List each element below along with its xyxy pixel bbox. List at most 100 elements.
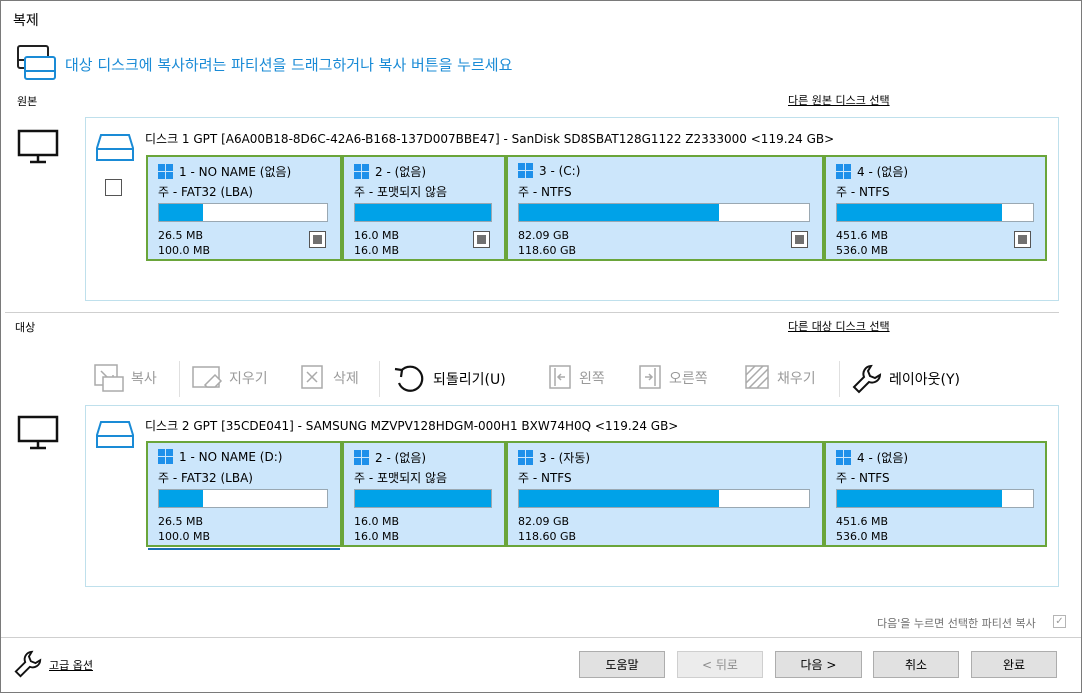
- footer-divider: [1, 637, 1081, 638]
- wrench-icon: [852, 364, 882, 394]
- copy-selected-option-checkbox[interactable]: ✓: [1053, 615, 1066, 628]
- move-left-icon: [549, 365, 571, 389]
- target-partition-1[interactable]: 1 - NO NAME (D:) 주 - FAT32 (LBA) 26.5 MB…: [146, 441, 342, 547]
- move-right-icon: [639, 365, 661, 389]
- windows-icon: [518, 163, 533, 178]
- select-target-disk-link[interactable]: 다른 대상 디스크 선택: [788, 318, 890, 334]
- fill-button[interactable]: 채우기: [743, 363, 816, 393]
- total-size: 100.0 MB: [158, 244, 211, 257]
- move-right-button[interactable]: 오른쪽: [637, 363, 708, 393]
- select-source-disk-link[interactable]: 다른 원본 디스크 선택: [788, 92, 890, 108]
- partition-name: 1 - NO NAME (D:): [179, 449, 283, 464]
- toolbar-label: 채우기: [777, 371, 816, 387]
- toolbar-label: 오른쪽: [669, 371, 708, 387]
- source-partition-3[interactable]: 3 - (C:) 주 - NTFS 82.09 GB 118.60 GB: [506, 155, 824, 261]
- usage-bar: [836, 203, 1034, 222]
- computer-icon: [17, 129, 59, 168]
- partition-checkbox[interactable]: [309, 231, 326, 248]
- used-size: 82.09 GB: [518, 229, 570, 242]
- usage-bar: [354, 203, 492, 222]
- total-size: 536.0 MB: [836, 530, 889, 543]
- target-label: 대상: [15, 321, 36, 334]
- toolbar-separator: [179, 361, 180, 397]
- partition-checkbox[interactable]: [791, 231, 808, 248]
- layout-button[interactable]: 레이아웃(Y): [851, 363, 960, 395]
- usage-bar-fill: [837, 204, 1002, 221]
- copy-selected-option-label: 다음'을 누르면 선택한 파티션 복사: [877, 617, 1036, 630]
- used-size: 451.6 MB: [836, 515, 889, 528]
- source-disk-info: 디스크 1 GPT [A6A00B18-8D6C-42A6-B168-137D0…: [145, 132, 835, 146]
- partition-type: 주 - NTFS: [518, 185, 572, 199]
- partition-checkbox[interactable]: [473, 231, 490, 248]
- usage-bar-fill: [519, 204, 720, 221]
- partition-type: 주 - NTFS: [836, 185, 890, 199]
- computer-icon: [17, 415, 59, 454]
- partition-type: 주 - NTFS: [518, 471, 572, 485]
- total-size: 118.60 GB: [518, 244, 577, 257]
- advanced-options-link[interactable]: 고급 옵션: [49, 657, 93, 673]
- disk-icon: [95, 419, 135, 454]
- partition-type: 주 - 포맷되지 않음: [354, 471, 448, 485]
- copy-button[interactable]: 복사: [93, 363, 157, 393]
- used-size: 82.09 GB: [518, 515, 570, 528]
- usage-bar: [158, 203, 328, 222]
- target-partition-4[interactable]: 4 - (없음) 주 - NTFS 451.6 MB 536.0 MB: [824, 441, 1047, 547]
- undo-button[interactable]: 되돌리기(U): [393, 363, 506, 395]
- window-title: 복제: [13, 13, 39, 29]
- windows-icon: [518, 450, 533, 465]
- windows-icon: [354, 164, 369, 179]
- windows-icon: [354, 450, 369, 465]
- partition-type: 주 - FAT32 (LBA): [158, 471, 253, 485]
- source-label: 원본: [17, 95, 38, 108]
- usage-bar-fill: [159, 490, 203, 507]
- usage-bar-fill: [355, 490, 491, 507]
- partition-name: 2 - (없음): [375, 165, 427, 179]
- windows-icon: [158, 164, 173, 179]
- used-size: 451.6 MB: [836, 229, 889, 242]
- instruction-headline: 대상 디스크에 복사하려는 파티션을 드래그하거나 복사 버튼을 누르세요: [65, 56, 513, 74]
- partition-name: 1 - NO NAME (없음): [179, 165, 292, 179]
- partition-type: 주 - 포맷되지 않음: [354, 185, 448, 199]
- total-size: 536.0 MB: [836, 244, 889, 257]
- partition-name: 3 - (C:): [539, 163, 581, 178]
- source-partition-1[interactable]: 1 - NO NAME (없음) 주 - FAT32 (LBA) 26.5 MB…: [146, 155, 342, 261]
- wrench-icon: [13, 649, 43, 682]
- section-divider: [5, 312, 1059, 313]
- cancel-button[interactable]: 취소: [873, 651, 959, 678]
- finish-button[interactable]: 완료: [971, 651, 1057, 678]
- help-button[interactable]: 도움말: [579, 651, 665, 678]
- source-disk-checkbox[interactable]: [105, 179, 122, 196]
- target-partition-2[interactable]: 2 - (없음) 주 - 포맷되지 않음 16.0 MB 16.0 MB: [342, 441, 506, 547]
- clone-disks-icon: [15, 43, 61, 88]
- usage-bar-fill: [159, 204, 203, 221]
- toolbar-separator: [379, 361, 380, 397]
- toolbar-label: 레이아웃(Y): [889, 372, 960, 388]
- usage-bar-fill: [355, 204, 491, 221]
- next-button[interactable]: 다음 >: [775, 651, 862, 678]
- windows-icon: [836, 164, 851, 179]
- back-button[interactable]: < 뒤로: [677, 651, 763, 678]
- clone-dialog: 복제 대상 디스크에 복사하려는 파티션을 드래그하거나 복사 버튼을 누르세요…: [0, 0, 1082, 693]
- partition-name: 2 - (없음): [375, 451, 427, 465]
- toolbar-separator: [839, 361, 840, 397]
- erase-button[interactable]: 지우기: [191, 363, 268, 393]
- partition-name: 4 - (없음): [857, 451, 909, 465]
- delete-button[interactable]: 삭제: [299, 363, 359, 393]
- used-size: 26.5 MB: [158, 229, 204, 242]
- move-left-button[interactable]: 왼쪽: [547, 363, 605, 393]
- toolbar-label: 복사: [131, 371, 157, 387]
- total-size: 100.0 MB: [158, 530, 211, 543]
- copy-icon: [94, 364, 124, 392]
- partition-type: 주 - FAT32 (LBA): [158, 185, 253, 199]
- usage-bar-fill: [519, 490, 720, 507]
- source-partition-4[interactable]: 4 - (없음) 주 - NTFS 451.6 MB 536.0 MB: [824, 155, 1047, 261]
- toolbar-label: 삭제: [333, 371, 359, 387]
- windows-icon: [158, 449, 173, 464]
- usage-bar: [836, 489, 1034, 508]
- used-size: 16.0 MB: [354, 229, 400, 242]
- partition-checkbox[interactable]: [1014, 231, 1031, 248]
- total-size: 118.60 GB: [518, 530, 577, 543]
- target-partition-3[interactable]: 3 - (자동) 주 - NTFS 82.09 GB 118.60 GB: [506, 441, 824, 547]
- source-partition-2[interactable]: 2 - (없음) 주 - 포맷되지 않음 16.0 MB 16.0 MB: [342, 155, 506, 261]
- selected-partition-indicator: [148, 548, 340, 550]
